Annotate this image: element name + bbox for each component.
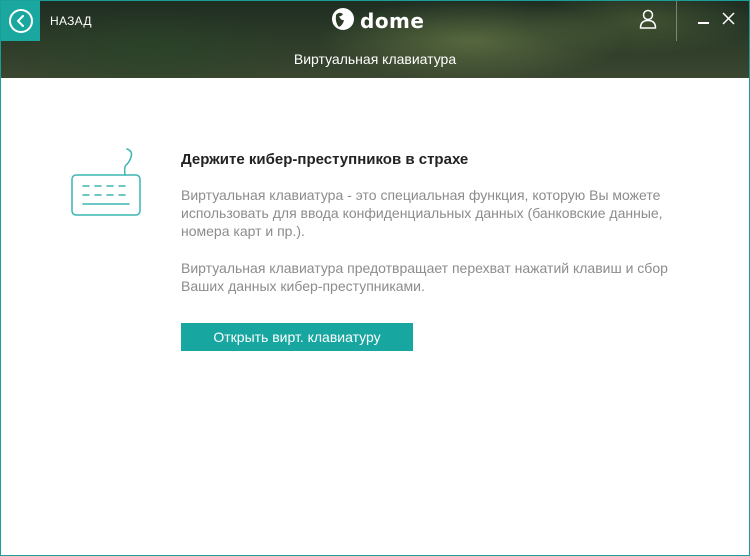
content-heading: Держите кибер-преступников в страхе: [181, 151, 469, 168]
back-button[interactable]: [1, 1, 40, 41]
close-button[interactable]: [717, 9, 739, 33]
back-arrow-circle-icon: [8, 9, 33, 33]
logo-wordmark: dome: [360, 9, 425, 33]
user-account-button[interactable]: [619, 1, 676, 41]
title-bar: НАЗАД dome: [1, 1, 749, 41]
back-label[interactable]: НАЗАД: [50, 14, 92, 28]
keyboard-icon: [69, 147, 143, 224]
close-icon: [721, 12, 735, 30]
minimize-button[interactable]: [693, 9, 713, 33]
app-logo: dome: [331, 7, 425, 36]
app-window: НАЗАД dome Виртуальная клавиатура Держит…: [0, 0, 750, 556]
page-title: Виртуальная клавиатура: [293, 51, 457, 67]
description-paragraph-2: Виртуальная клавиатура предотвращает пер…: [181, 260, 668, 294]
header: НАЗАД dome Виртуальная клавиатура: [1, 1, 749, 78]
open-virtual-keyboard-button[interactable]: Открыть вирт. клавиатуру: [181, 323, 413, 351]
user-icon: [639, 9, 657, 34]
titlebar-divider: [676, 1, 677, 41]
minimize-icon: [697, 22, 709, 24]
panda-logo-icon: [331, 7, 355, 36]
description-paragraph-1: Виртуальная клавиатура - это специальная…: [181, 187, 663, 239]
